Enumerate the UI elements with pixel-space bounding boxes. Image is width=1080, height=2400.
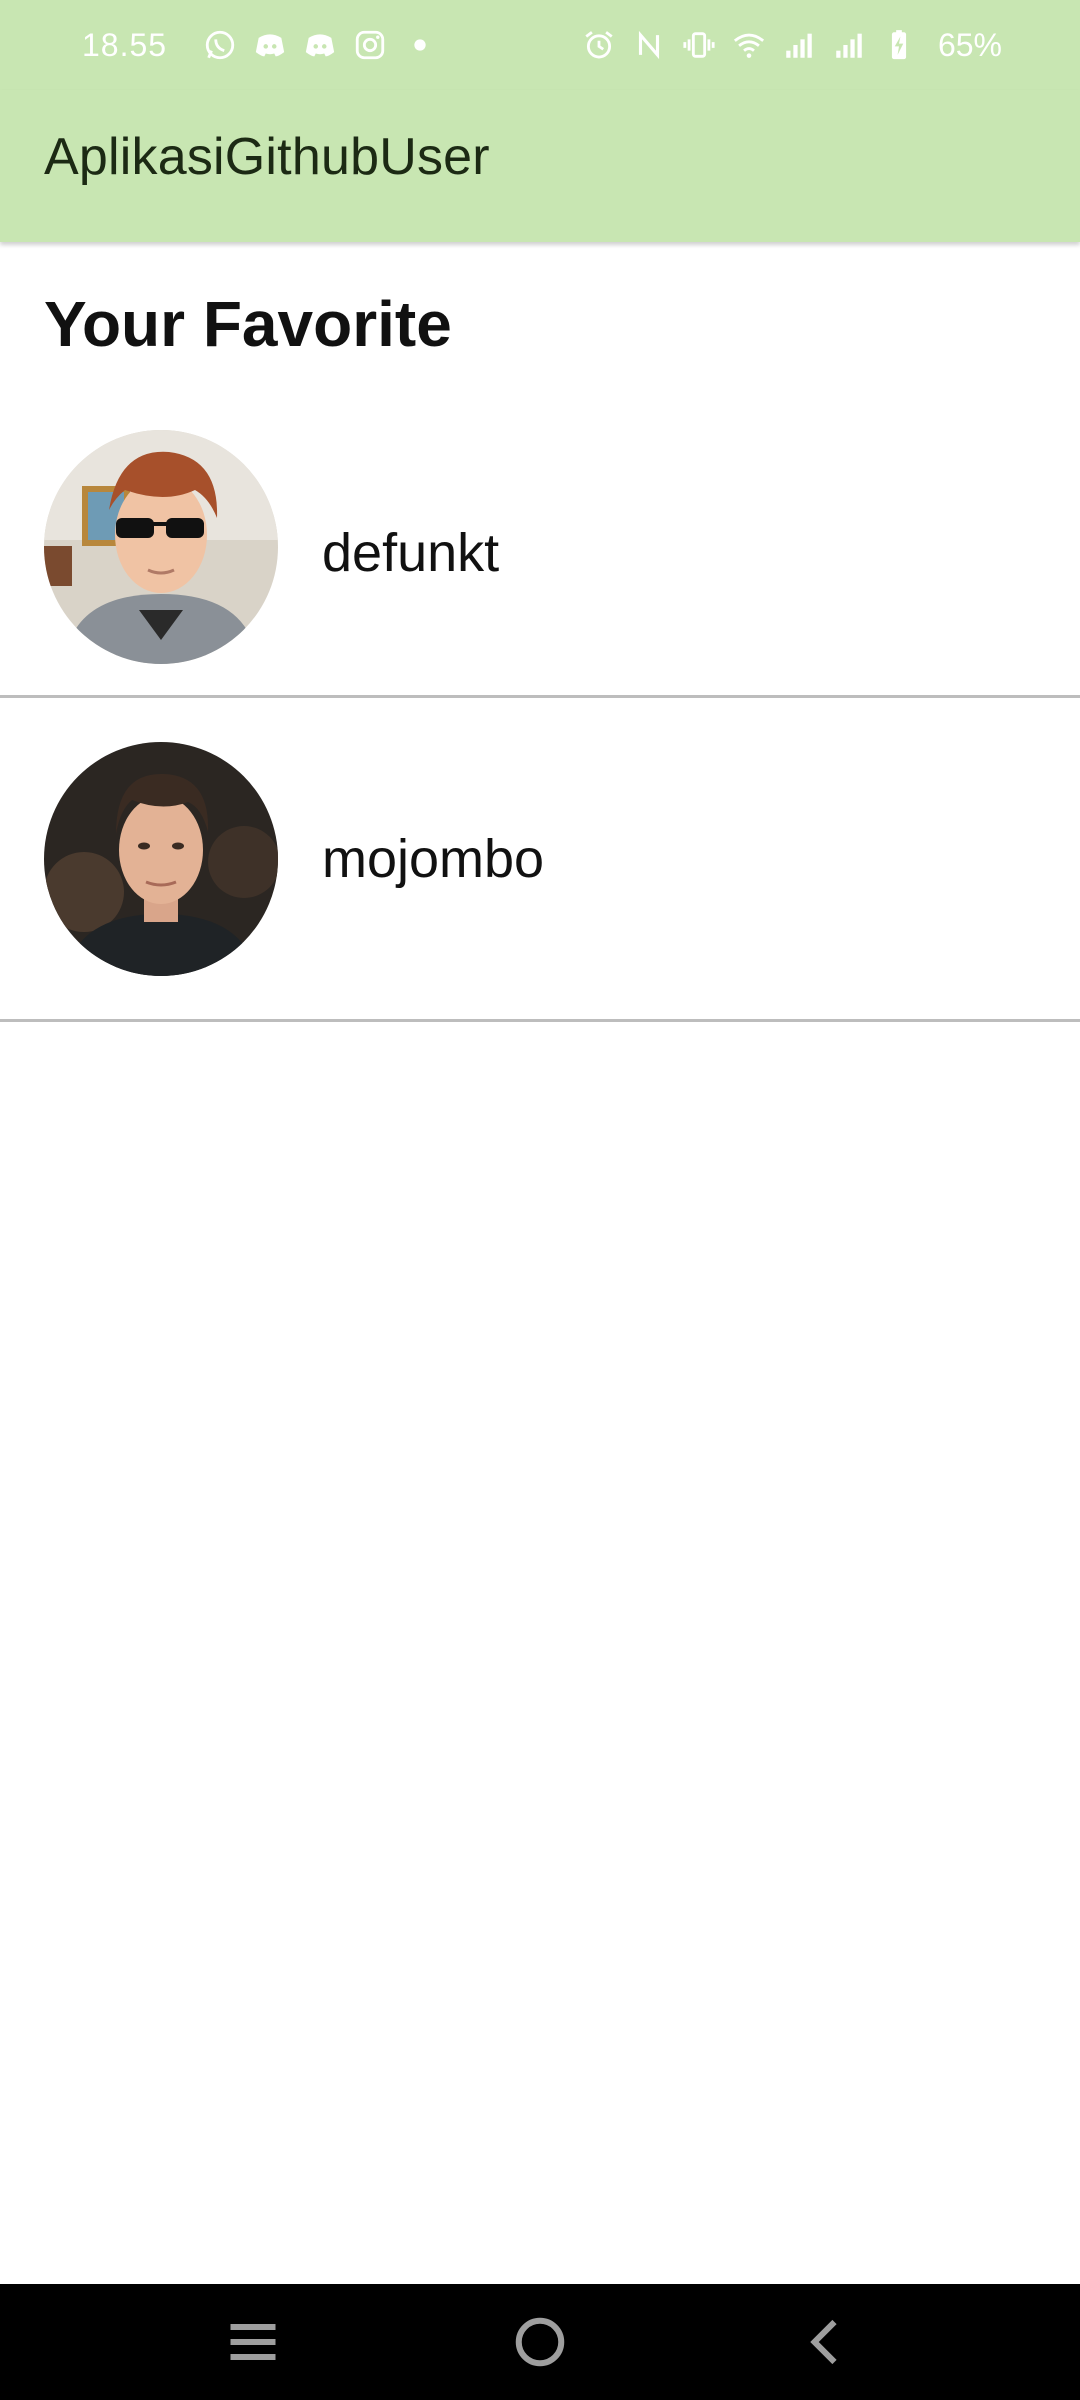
nfc-icon: [632, 28, 666, 62]
signal-icon: [782, 28, 816, 62]
whatsapp-icon: [203, 28, 237, 62]
app-title: AplikasiGithubUser: [44, 128, 490, 186]
user-login: defunkt: [322, 523, 500, 583]
recent-apps-button[interactable]: [198, 2297, 308, 2387]
avatar: [44, 741, 278, 976]
signal-icon: [832, 28, 866, 62]
battery-percent: 65%: [937, 26, 1002, 63]
favorites-content: Your Favorite defunkt mojombo: [0, 242, 1080, 1022]
wifi-icon: [732, 28, 766, 62]
discord-icon: [253, 28, 287, 62]
user-login: mojombo: [322, 828, 545, 889]
back-icon: [809, 2319, 837, 2365]
alarm-icon: [582, 28, 616, 62]
instagram-icon: [353, 28, 387, 62]
list-item-mojombo[interactable]: mojombo: [0, 698, 1080, 1022]
avatar: [44, 430, 278, 664]
app-screen: 18.55 65% AplikasiGithubUser Your Favori…: [0, 0, 1080, 2400]
recent-apps-icon: [230, 2324, 276, 2360]
favorite-user-list[interactable]: defunkt mojombo: [0, 430, 1080, 1022]
home-button[interactable]: [485, 2297, 595, 2387]
list-item-defunkt[interactable]: defunkt: [0, 430, 1080, 698]
status-left: 18.55: [82, 27, 437, 64]
system-nav-bar: [0, 2284, 1080, 2400]
discord-icon: [303, 28, 337, 62]
vibrate-icon: [682, 28, 716, 62]
status-right: 65%: [582, 27, 1002, 64]
dot-icon: [403, 28, 437, 62]
home-icon: [515, 2317, 565, 2367]
back-button[interactable]: [772, 2297, 882, 2387]
status-bar: 18.55 65%: [0, 0, 1080, 90]
app-bar: AplikasiGithubUser: [0, 90, 1080, 242]
page-title: Your Favorite: [44, 288, 452, 360]
status-time: 18.55: [82, 26, 168, 63]
battery-charging-icon: [882, 28, 916, 62]
